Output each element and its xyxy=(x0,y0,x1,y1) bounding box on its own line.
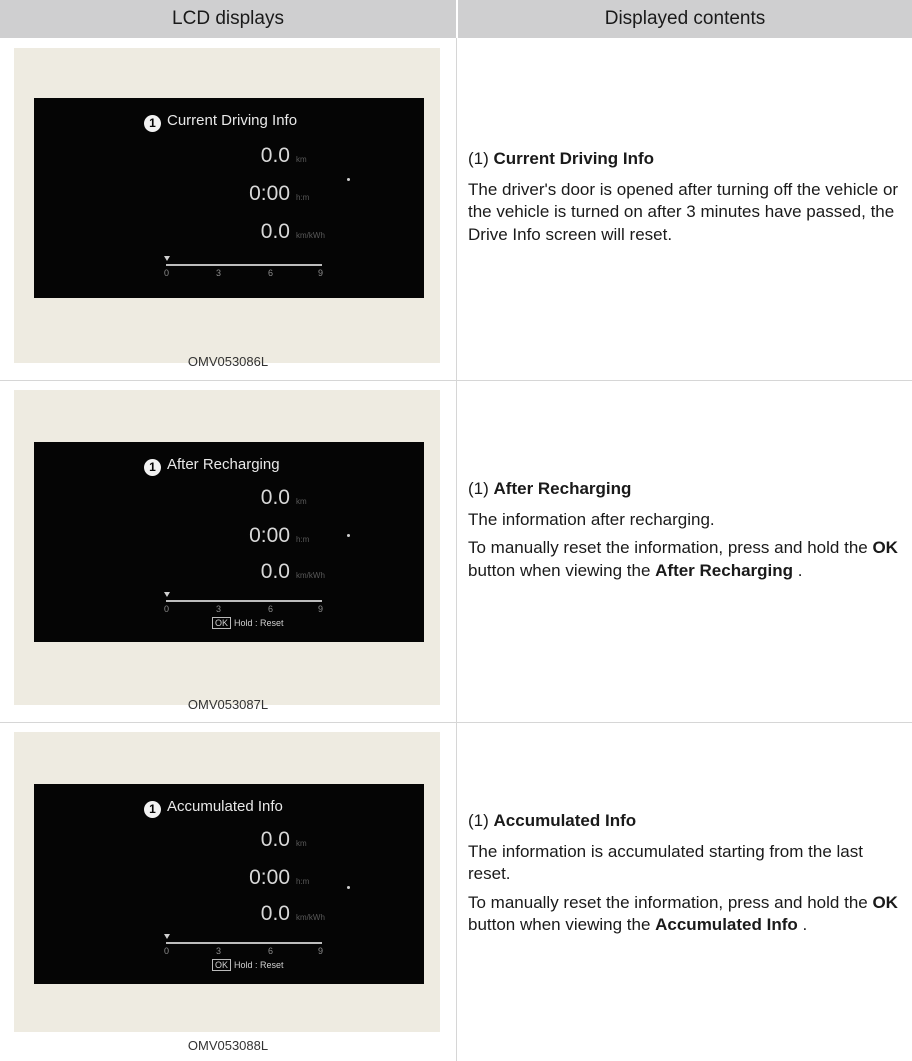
lcd-info-table: LCD displays Displayed contents 1 Current… xyxy=(0,0,912,1061)
lcd-distance-unit: km xyxy=(296,497,307,506)
ok-button-ref: OK xyxy=(872,892,898,912)
lcd-distance-value: 0.0 xyxy=(260,828,290,851)
lcd-distance-unit: km xyxy=(296,839,307,848)
scale-bar xyxy=(166,264,322,266)
description-text: The information after recharging. xyxy=(468,509,715,529)
image-code: OMV053087L xyxy=(187,697,269,712)
scale-tick-label: 9 xyxy=(318,604,324,614)
number-badge-icon: 1 xyxy=(144,115,161,132)
ok-key-icon: OK xyxy=(212,617,232,629)
ok-hold-reset-hint: OK Hold : Reset xyxy=(212,617,284,629)
lcd-title: 1 After Recharging xyxy=(144,456,280,476)
lcd-title-text: Accumulated Info xyxy=(167,798,283,815)
row-divider xyxy=(0,380,912,381)
scale-tick-label: 3 xyxy=(216,946,222,956)
indicator-dot-icon xyxy=(347,534,350,537)
description-fragment: button when viewing the xyxy=(468,915,656,935)
description-current-driving-info: (1) Current Driving Info The driver's do… xyxy=(468,148,908,252)
lcd-title: 1 Accumulated Info xyxy=(144,798,283,818)
item-number: (1) xyxy=(468,479,489,498)
description-fragment: . xyxy=(797,915,808,935)
lcd-efficiency-value: 0.0 xyxy=(260,902,290,925)
indicator-dot-icon xyxy=(347,178,350,181)
scale-tick-label: 6 xyxy=(268,268,274,278)
scale-tick-label: 0 xyxy=(164,604,170,614)
lcd-photo-current-driving-info: 1 Current Driving Info 0.0 km 0:00 h:m 0.… xyxy=(14,48,440,363)
item-number: (1) xyxy=(468,149,489,168)
description-fragment: To manually reset the information, press… xyxy=(468,892,873,912)
scale-tick-label: 0 xyxy=(164,946,170,956)
ok-button-ref: OK xyxy=(872,538,898,558)
lcd-distance-value: 0.0 xyxy=(260,144,290,167)
screen-name-ref: After Recharging xyxy=(655,560,794,580)
scale-pointer-icon xyxy=(164,256,170,261)
column-divider xyxy=(456,38,457,1061)
description-fragment: button when viewing the xyxy=(468,560,656,580)
lcd-efficiency-unit: km/kWh xyxy=(296,571,325,580)
scale-tick-label: 3 xyxy=(216,604,222,614)
scale-tick-label: 9 xyxy=(318,946,324,956)
scale-tick-label: 6 xyxy=(268,604,274,614)
lcd-time-unit: h:m xyxy=(296,193,310,202)
description-text: To manually reset the information, press… xyxy=(468,892,908,937)
description-accumulated-info: (1) Accumulated Info The information is … xyxy=(468,810,908,943)
screen-name-ref: Accumulated Info xyxy=(655,915,798,935)
item-title: Current Driving Info xyxy=(493,149,655,168)
lcd-time-unit: h:m xyxy=(296,535,310,544)
ok-hold-reset-hint: OK Hold : Reset xyxy=(212,959,284,971)
indicator-dot-icon xyxy=(347,886,350,889)
ok-key-icon: OK xyxy=(212,959,232,971)
column-header-lcd-displays: LCD displays xyxy=(0,0,456,38)
hold-reset-text: Hold : Reset xyxy=(234,618,284,628)
lcd-time-unit: h:m xyxy=(296,877,310,886)
lcd-screen: 1 Accumulated Info 0.0 km 0:00 h:m 0.0 km… xyxy=(34,784,424,984)
number-badge-icon: 1 xyxy=(144,801,161,818)
lcd-title-text: After Recharging xyxy=(167,456,280,473)
lcd-title: 1 Current Driving Info xyxy=(144,112,297,132)
scale-tick-label: 3 xyxy=(216,268,222,278)
description-text: The information is accumulated starting … xyxy=(468,841,863,884)
image-code: OMV053088L xyxy=(187,1038,269,1053)
lcd-photo-accumulated-info: 1 Accumulated Info 0.0 km 0:00 h:m 0.0 km… xyxy=(14,732,440,1032)
lcd-distance-unit: km xyxy=(296,155,307,164)
lcd-title-text: Current Driving Info xyxy=(167,112,298,129)
lcd-photo-after-recharging: 1 After Recharging 0.0 km 0:00 h:m 0.0 km… xyxy=(14,390,440,705)
scale-tick-label: 0 xyxy=(164,268,170,278)
description-fragment: To manually reset the information, press… xyxy=(468,538,873,558)
lcd-time-value: 0:00 xyxy=(249,866,290,889)
lcd-time-value: 0:00 xyxy=(249,182,290,205)
scale-bar xyxy=(166,600,322,602)
scale-pointer-icon xyxy=(164,592,170,597)
lcd-efficiency-unit: km/kWh xyxy=(296,913,325,922)
lcd-efficiency-value: 0.0 xyxy=(260,220,290,243)
description-text: The driver's door is opened after turnin… xyxy=(468,179,899,244)
row-divider xyxy=(0,722,912,723)
scale-bar xyxy=(166,942,322,944)
item-title: Accumulated Info xyxy=(493,811,637,830)
description-text: To manually reset the information, press… xyxy=(468,537,908,582)
scale-tick-label: 9 xyxy=(318,268,324,278)
image-code: OMV053086L xyxy=(187,354,269,369)
hold-reset-text: Hold : Reset xyxy=(234,960,284,970)
lcd-efficiency-unit: km/kWh xyxy=(296,231,325,240)
lcd-time-value: 0:00 xyxy=(249,524,290,547)
column-header-displayed-contents: Displayed contents xyxy=(458,0,912,38)
scale-pointer-icon xyxy=(164,934,170,939)
item-number: (1) xyxy=(468,811,489,830)
lcd-screen: 1 Current Driving Info 0.0 km 0:00 h:m 0.… xyxy=(34,98,424,298)
description-after-recharging: (1) After Recharging The information aft… xyxy=(468,478,908,588)
number-badge-icon: 1 xyxy=(144,459,161,476)
description-fragment: . xyxy=(793,560,803,580)
item-title: After Recharging xyxy=(493,479,632,498)
scale-tick-label: 6 xyxy=(268,946,274,956)
lcd-efficiency-value: 0.0 xyxy=(260,560,290,583)
lcd-screen: 1 After Recharging 0.0 km 0:00 h:m 0.0 km… xyxy=(34,442,424,642)
lcd-distance-value: 0.0 xyxy=(260,486,290,509)
